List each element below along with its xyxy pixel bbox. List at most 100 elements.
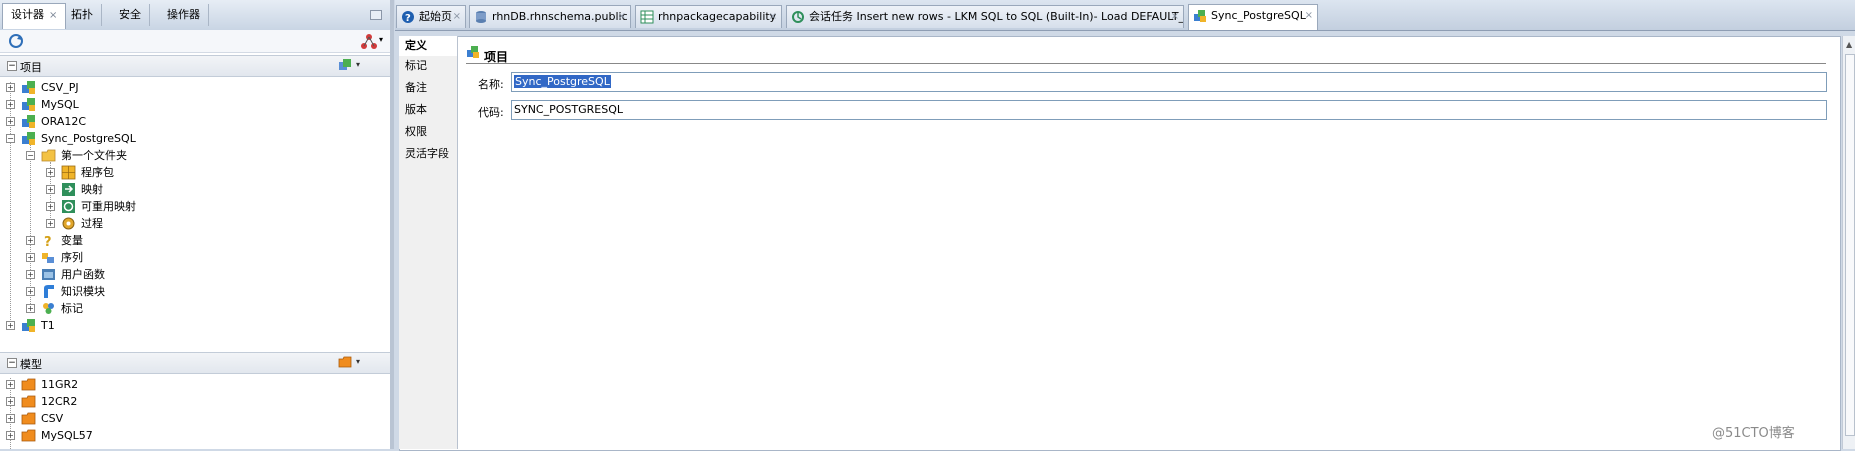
editor-tab-bar: ? 起始页 × rhnDB.rhnschema.public × rhnpack… [395,0,1855,31]
scroll-up-icon[interactable]: ▲ [1846,40,1852,49]
side-tab-notes[interactable]: 备注 [399,78,457,98]
chevron-down-icon[interactable]: ▾ [356,357,360,366]
expand-icon[interactable]: + [46,202,55,211]
tree-item-t1[interactable]: + T1 [0,317,380,334]
tree-item-packages[interactable]: + 程序包 [0,164,380,181]
project-icon [22,81,35,94]
expand-icon[interactable]: + [6,380,15,389]
editor-side-tabs: 定义 标记 备注 版本 权限 灵活字段 [399,36,458,449]
tab-session-task[interactable]: 会话任务 Insert new rows - LKM SQL to SQL (B… [786,5,1184,28]
sequence-icon [42,253,54,263]
tab-designer-label: 设计器 [11,8,44,21]
project-icon [22,132,35,145]
close-icon[interactable]: × [1171,6,1179,28]
close-icon[interactable]: × [49,10,57,21]
expand-icon[interactable]: + [26,304,35,313]
expand-icon[interactable]: + [26,236,35,245]
chevron-down-icon[interactable]: ▾ [379,35,383,44]
tree-item-variables[interactable]: + ? 变量 [0,232,380,249]
tab-label: rhnDB.rhnschema.public [492,10,628,23]
new-project-icon[interactable] [338,58,352,72]
tree-item-label: 标记 [61,302,83,315]
tree-item-label: 映射 [81,183,103,196]
expand-icon[interactable]: + [6,100,15,109]
expand-icon[interactable]: + [6,414,15,423]
models-section-header[interactable]: − 模型 ▾ [0,352,390,374]
collapse-icon[interactable]: − [7,61,17,71]
collapse-icon[interactable]: − [7,358,17,368]
tree-item-procedures[interactable]: + 过程 [0,215,380,232]
collapse-icon[interactable]: − [6,134,15,143]
tree-item-12cr2[interactable]: + 12CR2 [0,393,380,410]
tab-rhnpackagecapability[interactable]: rhnpackagecapability × [635,5,782,28]
code-field[interactable]: SYNC_POSTGRESQL [511,100,1827,120]
tab-rhndb-schema[interactable]: rhnDB.rhnschema.public × [469,5,631,28]
tab-designer[interactable]: 设计器 × [2,3,67,29]
svg-text:?: ? [44,235,52,248]
expand-icon[interactable]: + [26,270,35,279]
side-tab-markers[interactable]: 标记 [399,56,457,76]
panel-splitter[interactable] [390,0,394,449]
close-icon[interactable]: × [769,6,777,28]
variable-icon: ? [44,235,52,248]
close-icon[interactable]: × [453,6,461,28]
project-icon [22,319,35,332]
expand-icon[interactable]: + [26,287,35,296]
project-icon [467,46,479,58]
tab-start-page[interactable]: ? 起始页 × [396,5,466,28]
tab-topology[interactable]: 拓扑 [63,4,102,26]
close-icon[interactable]: × [618,6,626,28]
model-folder-icon [21,395,36,408]
tab-security[interactable]: 安全 [111,4,150,26]
tree-item-ora12c[interactable]: + ORA12C [0,113,380,130]
tab-label: rhnpackagecapability [658,10,777,23]
tree-item-mappings[interactable]: + 映射 [0,181,380,198]
tree-item-first-folder[interactable]: − 第一个文件夹 [0,147,380,164]
editor-scrollbar[interactable]: ▲ [1842,36,1855,449]
scrollbar-thumb[interactable] [1845,54,1855,436]
tree-item-sequences[interactable]: + 序列 [0,249,380,266]
collapse-icon[interactable]: − [26,151,35,160]
expand-icon[interactable]: + [46,168,55,177]
tree-item-mysql[interactable]: + MySQL [0,96,380,113]
watermark: @51CTO博客 [1712,426,1795,441]
expand-icon[interactable]: + [6,397,15,406]
help-icon: ? [402,11,414,24]
tree-item-user-functions[interactable]: + 用户函数 [0,266,380,283]
side-tab-definition[interactable]: 定义 [399,36,457,56]
expand-icon[interactable]: + [6,431,15,440]
side-tab-flexfields[interactable]: 灵活字段 [399,144,457,164]
name-field[interactable]: Sync_PostgreSQL [511,72,1827,92]
chevron-down-icon[interactable]: ▾ [356,60,360,69]
tree-item-csv[interactable]: + CSV [0,410,380,427]
refresh-icon[interactable] [8,33,24,49]
side-tab-version[interactable]: 版本 [399,100,457,120]
minimize-panel-button[interactable] [370,10,382,20]
navigator-tab-bar: 设计器 × 拓扑 安全 操作器 [0,0,390,31]
tree-item-reusable-mappings[interactable]: + 可重用映射 [0,198,380,215]
expand-icon[interactable]: + [46,185,55,194]
tree-item-11gr2[interactable]: + 11GR2 [0,376,380,393]
tab-operator[interactable]: 操作器 [159,4,209,26]
tab-sync-postgresql[interactable]: Sync_PostgreSQL × [1188,4,1318,30]
side-tab-privileges[interactable]: 权限 [399,122,457,142]
code-field-value: SYNC_POSTGRESQL [514,103,623,116]
user-function-icon [42,269,55,280]
expand-icon[interactable]: + [6,321,15,330]
projects-section-header[interactable]: − 项目 ▾ [0,55,390,77]
tree-item-sync-postgresql[interactable]: − Sync_PostgreSQL [0,130,380,147]
expand-icon[interactable]: + [46,219,55,228]
connect-icon[interactable] [360,33,378,49]
project-icon [22,115,35,128]
tree-item-markers[interactable]: + 标记 [0,300,380,317]
tree-item-csv-pj[interactable]: + CSV_PJ [0,79,380,96]
new-model-folder-icon[interactable] [338,355,352,369]
tree-item-mysql57[interactable]: + MySQL57 [0,427,380,444]
expand-icon[interactable]: + [6,117,15,126]
navigator-toolbar: ▾ [0,30,390,53]
tree-item-label: 序列 [61,251,83,264]
expand-icon[interactable]: + [6,83,15,92]
expand-icon[interactable]: + [26,253,35,262]
close-icon[interactable]: × [1305,5,1313,27]
tree-item-knowledge-modules[interactable]: + 知识模块 [0,283,380,300]
